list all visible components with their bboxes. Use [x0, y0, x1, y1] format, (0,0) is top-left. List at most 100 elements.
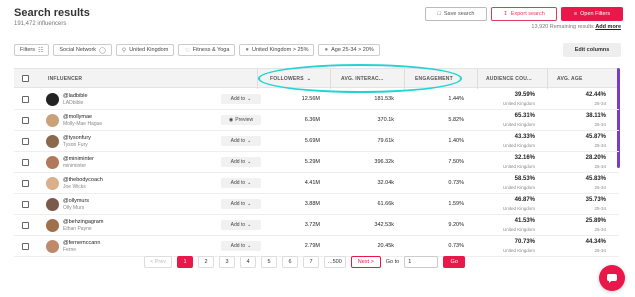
influencer-handle[interactable]: @fernemccann: [63, 240, 100, 246]
row-checkbox[interactable]: [22, 201, 29, 208]
influencer-handle[interactable]: @miniminter: [63, 156, 94, 162]
influencer-handle[interactable]: @tysonfury: [63, 135, 91, 141]
col-avg-age[interactable]: AVG. AGE: [557, 69, 583, 89]
add-to-button[interactable]: Add to ⌄: [221, 241, 261, 251]
page-button-7[interactable]: 7: [303, 256, 319, 268]
table-row[interactable]: @mollymae Molly-Mae Hague ◉ Preview 6.36…: [14, 110, 619, 131]
filter-chip-country[interactable]: ⚲ United Kingdom: [115, 44, 175, 56]
avatar[interactable]: [46, 93, 59, 106]
filter-chip-audience-age[interactable]: ● Age 25-34 > 20%: [318, 44, 380, 56]
influencer-name: Ferne: [63, 247, 77, 253]
preview-button[interactable]: ◉ Preview: [221, 115, 261, 125]
page-button-1[interactable]: 1: [177, 256, 193, 268]
sliders-icon: ☷: [37, 47, 44, 54]
table-row[interactable]: @thebodycoach Joe Wicks Add to ⌄ 4.41M 3…: [14, 173, 619, 194]
select-all-checkbox[interactable]: [22, 75, 29, 82]
page-button-5[interactable]: 5: [261, 256, 277, 268]
page-button-6[interactable]: 6: [282, 256, 298, 268]
add-to-button[interactable]: Add to ⌄: [221, 220, 261, 230]
avatar[interactable]: [46, 156, 59, 169]
followers-value: 6.36M: [304, 117, 320, 123]
chevron-down-icon: ⌄: [247, 96, 252, 102]
header-actions: □ Save search ↧ Export search ≡ Open Fil…: [425, 7, 623, 21]
save-search-button[interactable]: □ Save search: [425, 7, 487, 21]
avatar[interactable]: [46, 177, 59, 190]
avatar[interactable]: [46, 219, 59, 232]
page-header: Search results 191,472 influencers: [14, 7, 90, 27]
influencer-handle[interactable]: @behzingagram: [63, 219, 103, 225]
chat-button[interactable]: [599, 265, 625, 291]
add-to-button[interactable]: Add to ⌄: [221, 157, 261, 167]
open-filters-button[interactable]: ≡ Open Filters: [561, 7, 623, 21]
avg-age-range: 25-34: [594, 122, 606, 127]
row-checkbox[interactable]: [22, 138, 29, 145]
chevron-down-icon: ⌄: [247, 243, 252, 249]
table-row[interactable]: @tysonfury Tyson Fury Add to ⌄ 5.69M 79.…: [14, 131, 619, 152]
audience-country-name: United Kingdom: [502, 101, 535, 106]
globe-icon: ●: [324, 47, 329, 53]
add-to-button[interactable]: Add to ⌄: [221, 199, 261, 209]
audience-country-pct: 46.87%: [514, 197, 535, 203]
filter-chip-category[interactable]: ☜ Fitness & Yoga: [178, 44, 236, 56]
filter-chip-social-network[interactable]: Social Network ◯: [53, 44, 112, 56]
audience-country-name: United Kingdom: [502, 143, 535, 148]
avatar[interactable]: [46, 240, 59, 253]
edit-columns-button[interactable]: Edit columns: [563, 43, 621, 57]
row-checkbox[interactable]: [22, 243, 29, 250]
globe-icon: ●: [245, 47, 250, 53]
add-to-button[interactable]: Add to ⌄: [221, 178, 261, 188]
influencer-handle[interactable]: @thebodycoach: [63, 177, 103, 183]
audience-country-name: United Kingdom: [502, 122, 535, 127]
influencer-handle[interactable]: @mollymae: [63, 114, 92, 120]
avg-age-range: 25-34: [594, 248, 606, 253]
engagement-value: 5.82%: [448, 117, 464, 123]
avatar[interactable]: [46, 135, 59, 148]
filters-button[interactable]: Filters ☷: [14, 44, 50, 56]
row-checkbox[interactable]: [22, 96, 29, 103]
prev-page-button[interactable]: < Prev: [144, 256, 172, 268]
row-checkbox[interactable]: [22, 159, 29, 166]
pagination: < Prev 1 2 3 4 5 6 7 ...500 Next > Go to…: [144, 256, 466, 268]
table-row[interactable]: @miniminter miniminter Add to ⌄ 5.29M 39…: [14, 152, 619, 173]
followers-value: 5.69M: [304, 138, 320, 144]
table-row[interactable]: @behzingagram Ethan Payne Add to ⌄ 3.72M…: [14, 215, 619, 236]
next-page-button[interactable]: Next >: [350, 256, 381, 268]
engagement-value: 9.20%: [448, 222, 464, 228]
engagement-value: 1.59%: [448, 201, 464, 207]
download-icon: ↧: [503, 11, 508, 17]
add-to-button[interactable]: Add to ⌄: [221, 94, 261, 104]
chevron-down-icon: ⌄: [247, 159, 252, 165]
avg-interactions-value: 20.45k: [377, 243, 394, 249]
avatar[interactable]: [46, 114, 59, 127]
goto-page-input[interactable]: 1: [404, 256, 439, 268]
row-checkbox[interactable]: [22, 222, 29, 229]
followers-value: 2.79M: [304, 243, 320, 249]
audience-country-name: United Kingdom: [502, 164, 535, 169]
avatar[interactable]: [46, 198, 59, 211]
engagement-value: 1.44%: [448, 96, 464, 102]
row-checkbox[interactable]: [22, 117, 29, 124]
chat-icon: [607, 274, 617, 283]
audience-country-name: United Kingdom: [502, 206, 535, 211]
row-checkbox[interactable]: [22, 180, 29, 187]
page-button-3[interactable]: 3: [219, 256, 235, 268]
page-button-4[interactable]: 4: [240, 256, 256, 268]
col-audience-country[interactable]: AUDIENCE COU...: [486, 69, 532, 89]
col-influencer[interactable]: INFLUENCER: [48, 69, 82, 89]
table-row[interactable]: @ollymurs Olly Murs Add to ⌄ 3.88M 61.66…: [14, 194, 619, 215]
table-row[interactable]: @fernemccann Ferne Add to ⌄ 2.79M 20.45k…: [14, 236, 619, 257]
add-to-button[interactable]: Add to ⌄: [221, 136, 261, 146]
influencer-handle[interactable]: @ollymurs: [63, 198, 89, 204]
go-button[interactable]: Go: [443, 256, 466, 268]
add-more-link[interactable]: Add more: [595, 24, 621, 30]
filter-chip-audience-country[interactable]: ● United Kingdom > 25%: [239, 44, 315, 56]
page-button-last[interactable]: ...500: [324, 256, 346, 268]
table-row[interactable]: @ladbible LADbible Add to ⌄ 12.56M 181.5…: [14, 89, 619, 110]
page-button-2[interactable]: 2: [198, 256, 214, 268]
export-search-button[interactable]: ↧ Export search: [491, 7, 557, 21]
filter-bar: Filters ☷ Social Network ◯ ⚲ United King…: [14, 44, 380, 56]
location-icon: ⚲: [121, 47, 127, 54]
instagram-icon: ◯: [99, 47, 106, 54]
influencer-handle[interactable]: @ladbible: [63, 93, 88, 99]
filter-icon: ≡: [573, 11, 578, 17]
